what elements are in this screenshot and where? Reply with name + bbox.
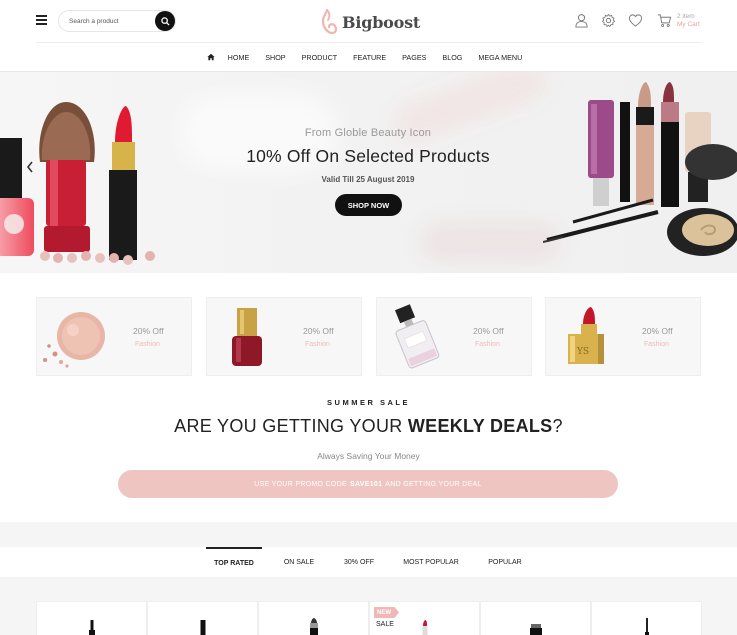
- product-image: [200, 620, 206, 635]
- hero-validity: Valid Till 25 August 2019: [321, 175, 415, 184]
- powder-compact-icon: [43, 312, 105, 368]
- category-offer: 20% Off: [303, 326, 334, 336]
- hero-right-cosmetics-image: [543, 82, 737, 256]
- cart-count: 2 item: [677, 13, 695, 20]
- category-label: Fashion: [305, 341, 330, 348]
- nav-mega-menu[interactable]: MEGA MENU: [478, 53, 522, 62]
- product-image: [310, 618, 318, 635]
- tab-30-off[interactable]: 30% OFF: [338, 547, 380, 577]
- nav-product[interactable]: PRODUCT: [302, 53, 338, 62]
- product-card[interactable]: [258, 601, 369, 635]
- hero-left-cosmetics-image: [0, 102, 155, 265]
- slider-prev-arrow-icon[interactable]: [25, 160, 35, 174]
- product-image: [422, 620, 428, 635]
- promo-code: SAVE101: [349, 480, 383, 488]
- promo-text-after: AND GETTING YOUR DEAL: [385, 480, 482, 488]
- product-card[interactable]: [591, 601, 702, 635]
- logo-drop-icon: [321, 9, 338, 35]
- category-card[interactable]: YS 20% Off Fashion: [545, 297, 701, 376]
- nav-feature[interactable]: FEATURE: [353, 53, 386, 62]
- promo-text-before: USE YOUR PROMO CODE: [254, 480, 347, 488]
- cart-icon[interactable]: [657, 13, 672, 28]
- category-offer: 20% Off: [473, 326, 504, 336]
- hero-slider: From Globle Beauty Icon 10% Off On Selec…: [0, 72, 737, 273]
- promo-banner[interactable]: USE YOUR PROMO CODE SAVE101 AND GETTING …: [118, 470, 618, 498]
- tab-top-rated[interactable]: TOP RATED: [206, 547, 262, 577]
- settings-gear-icon[interactable]: [601, 13, 616, 28]
- deals-headline: ARE YOU GETTING YOUR WEEKLY DEALS?: [0, 416, 737, 437]
- product-image: [530, 624, 542, 635]
- product-card[interactable]: [147, 601, 258, 635]
- lipstick-icon: YS: [568, 307, 604, 364]
- shop-now-button[interactable]: SHOP NOW: [335, 194, 402, 216]
- main-nav: HOME SHOP PRODUCT FEATURE PAGES BLOG MEG…: [0, 44, 737, 70]
- hero-title: 10% Off On Selected Products: [246, 146, 490, 166]
- category-card[interactable]: 20% Off Fashion: [36, 297, 192, 376]
- new-badge: NEW: [374, 607, 399, 618]
- deals-subtitle: Always Saving Your Money: [317, 451, 420, 461]
- nav-pages[interactable]: PAGES: [402, 53, 426, 62]
- header-divider: [36, 42, 701, 43]
- tab-popular[interactable]: POPULAR: [482, 547, 528, 577]
- site-header: Bigboost 2 item My Cart HOME SHOP PRODUC…: [0, 0, 737, 72]
- category-card[interactable]: 20% Off Fashion: [376, 297, 532, 376]
- cart-label: My Cart: [677, 21, 700, 28]
- nav-home[interactable]: HOME: [228, 53, 250, 62]
- product-image: [645, 618, 649, 635]
- nail-polish-icon: [232, 308, 262, 366]
- section-kicker: SUMMER SALE: [327, 398, 410, 407]
- sale-label: SALE: [376, 621, 394, 628]
- svg-text:YS: YS: [576, 347, 589, 357]
- logo-text: Bigboost: [342, 12, 421, 32]
- search-icon: [160, 16, 170, 26]
- category-card[interactable]: 20% Off Fashion: [206, 297, 362, 376]
- hamburger-menu-icon[interactable]: [36, 15, 47, 25]
- deals-headline-regular: ARE YOU GETTING YOUR: [174, 416, 403, 436]
- category-offer: 20% Off: [642, 326, 673, 336]
- wishlist-heart-icon[interactable]: [628, 13, 643, 28]
- section-separator: [0, 522, 737, 547]
- category-label: Fashion: [644, 341, 669, 348]
- search-button[interactable]: [155, 11, 175, 31]
- perfume-bottle-icon: [394, 304, 440, 369]
- cart-summary[interactable]: 2 item My Cart: [677, 13, 700, 29]
- product-card[interactable]: [369, 601, 480, 635]
- hero-background-blur: [420, 222, 560, 262]
- hero-subtitle: From Globle Beauty Icon: [304, 127, 432, 139]
- product-card[interactable]: [36, 601, 147, 635]
- home-icon[interactable]: [207, 53, 215, 61]
- nav-shop[interactable]: SHOP: [265, 53, 285, 62]
- search-box: [58, 10, 176, 32]
- product-image: [89, 620, 95, 635]
- category-label: Fashion: [135, 341, 160, 348]
- deals-headline-end: ?: [552, 416, 563, 436]
- tab-most-popular[interactable]: MOST POPULAR: [398, 547, 464, 577]
- deals-headline-bold: WEEKLY DEALS: [407, 416, 553, 436]
- user-icon[interactable]: [574, 13, 589, 28]
- search-input[interactable]: [69, 15, 149, 28]
- logo[interactable]: Bigboost: [321, 8, 421, 36]
- nav-blog[interactable]: BLOG: [442, 53, 462, 62]
- category-offer: 20% Off: [133, 326, 164, 336]
- product-card[interactable]: [480, 601, 591, 635]
- tab-on-sale[interactable]: ON SALE: [278, 547, 320, 577]
- category-label: Fashion: [475, 341, 500, 348]
